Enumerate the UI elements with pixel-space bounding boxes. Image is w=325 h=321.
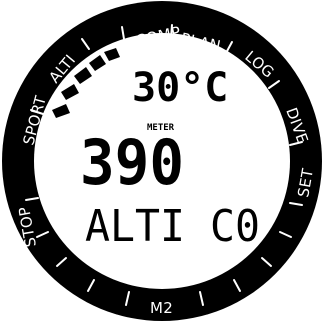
mode-text: ALTI C0 (85, 201, 260, 252)
separator-tick (170, 24, 173, 39)
bezel-label-m2[interactable]: M2 (150, 299, 173, 317)
temperature-readout: 30°C (132, 65, 228, 111)
dive-computer-face: COMP PLAN LOG DIVE SET M2 STOP SPORT ALT… (2, 1, 322, 321)
altitude-readout: 390 (80, 126, 184, 199)
